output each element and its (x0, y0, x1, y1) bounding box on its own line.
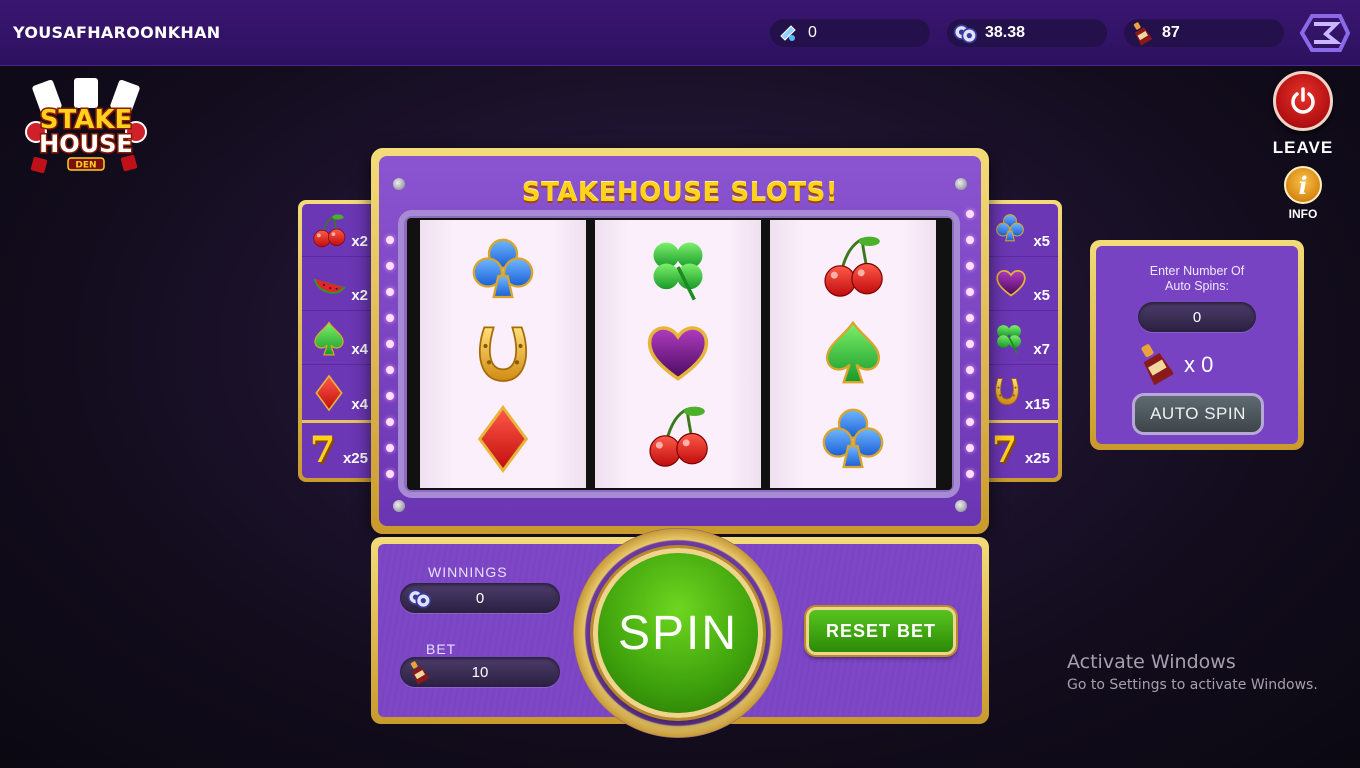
horseshoe-icon (468, 318, 538, 388)
info-button[interactable]: i (1284, 166, 1322, 204)
bottles-value: 87 (1162, 24, 1180, 41)
winnings-value: 0 (475, 589, 485, 607)
activate-windows-subtitle: Go to Settings to activate Windows. (1067, 677, 1318, 693)
auto-spin-count-input[interactable] (1138, 302, 1256, 332)
chips-balance: 38.38 (947, 19, 1107, 47)
club-icon (468, 234, 538, 304)
clover-icon (643, 232, 713, 302)
bet-label: BET (426, 641, 457, 657)
paytable-multiplier: x5 (1033, 233, 1050, 250)
paytable-multiplier: x5 (1033, 287, 1050, 304)
screw (955, 500, 967, 512)
auto-spin-label: Enter Number Of Auto Spins: (1096, 264, 1298, 294)
info-label: INFO (1288, 207, 1318, 221)
horseshoe-icon (990, 374, 1024, 408)
auto-spin-cost: x 0 (1136, 338, 1266, 388)
top-bar: YOUSAFHAROONKHAN 0 38.38 87 (0, 0, 1360, 66)
paytable-row: x5 (984, 258, 1058, 311)
power-icon (1291, 87, 1315, 114)
paytable-multiplier: x25 (342, 450, 368, 467)
activate-windows-title: Activate Windows (1067, 651, 1236, 673)
gems-value: 0 (808, 24, 817, 41)
cherry-icon (643, 402, 713, 472)
chips-icon (406, 585, 432, 611)
reel-1 (420, 220, 586, 488)
bet-value: 10 (471, 663, 489, 681)
paytable-row: x5 (984, 204, 1058, 257)
reset-bet-button[interactable]: RESET BET (806, 607, 956, 655)
bet-field[interactable]: 10 (400, 657, 560, 687)
info-icon: i (1298, 170, 1308, 200)
cherry-icon (818, 232, 888, 302)
paytable-row: x4 (302, 312, 376, 365)
winnings-field: 0 (400, 583, 560, 613)
bottles-balance: 87 (1124, 19, 1284, 47)
auto-spin-panel: Enter Number Of Auto Spins: x 0 AUTO SPI… (1090, 240, 1304, 450)
paytable-multiplier: x2 (351, 233, 368, 250)
cherry-icon (310, 212, 348, 250)
spin-button[interactable]: SPIN (593, 548, 763, 718)
chips-icon (951, 19, 979, 47)
bottle-icon (1128, 19, 1156, 47)
screw (393, 500, 405, 512)
logo-word-house: HOUSE (39, 130, 133, 158)
club-icon (818, 404, 888, 474)
spade-icon (818, 318, 888, 388)
username: YOUSAFHAROONKHAN (13, 23, 221, 42)
gems-balance: 0 (770, 19, 930, 47)
auto-spin-button[interactable]: AUTO SPIN (1132, 393, 1264, 435)
machine-title: STAKEHOUSE SLOTS! (521, 178, 839, 208)
bottle-icon (1138, 340, 1174, 386)
paytable-row: 7 x25 (302, 420, 376, 473)
paytable-multiplier: x15 (1024, 396, 1050, 413)
leave-button[interactable] (1273, 71, 1333, 131)
logo-word-den: DEN (75, 161, 96, 171)
chips-value: 38.38 (985, 24, 1026, 41)
brand-menu-icon[interactable] (1296, 10, 1354, 56)
paytable-row: x2 (302, 204, 376, 257)
paytable-multiplier: x4 (351, 341, 368, 358)
heart-icon (994, 266, 1028, 300)
stakehouse-den-logo: STAKE HOUSE DEN (22, 76, 150, 180)
leave-label: LEAVE (1272, 138, 1334, 157)
paytable-right: x5 x5 x7 x15 7 x25 (980, 200, 1062, 482)
paytable-multiplier: x2 (351, 287, 368, 304)
paytable-left: x2 x2 x4 x4 7 x25 (298, 200, 380, 482)
diamond-icon (468, 404, 538, 474)
auto-spin-label-line1: Enter Number Of (1149, 264, 1245, 278)
winnings-label: WINNINGS (428, 564, 508, 580)
paytable-multiplier: x4 (351, 396, 368, 413)
gem-icon (774, 19, 802, 47)
paytable-row: 7 x25 (984, 420, 1058, 473)
reel-3 (770, 220, 936, 488)
paytable-row: x2 (302, 258, 376, 311)
watermelon-icon (310, 266, 348, 304)
auto-spin-cost-text: x 0 (1184, 352, 1214, 377)
paytable-row: x7 (984, 312, 1058, 365)
bottle-icon (408, 659, 430, 685)
diamond-icon (310, 374, 348, 412)
paytable-multiplier: x7 (1033, 341, 1050, 358)
heart-icon (643, 318, 713, 388)
club-icon (994, 212, 1026, 244)
auto-spin-label-line2: Auto Spins: (1165, 279, 1229, 293)
paytable-row: x4 (302, 366, 376, 419)
reel-2 (595, 220, 761, 488)
paytable-row: x15 (984, 366, 1058, 419)
clover-icon (992, 320, 1026, 354)
spade-icon (310, 320, 348, 358)
paytable-multiplier: x25 (1024, 450, 1050, 467)
